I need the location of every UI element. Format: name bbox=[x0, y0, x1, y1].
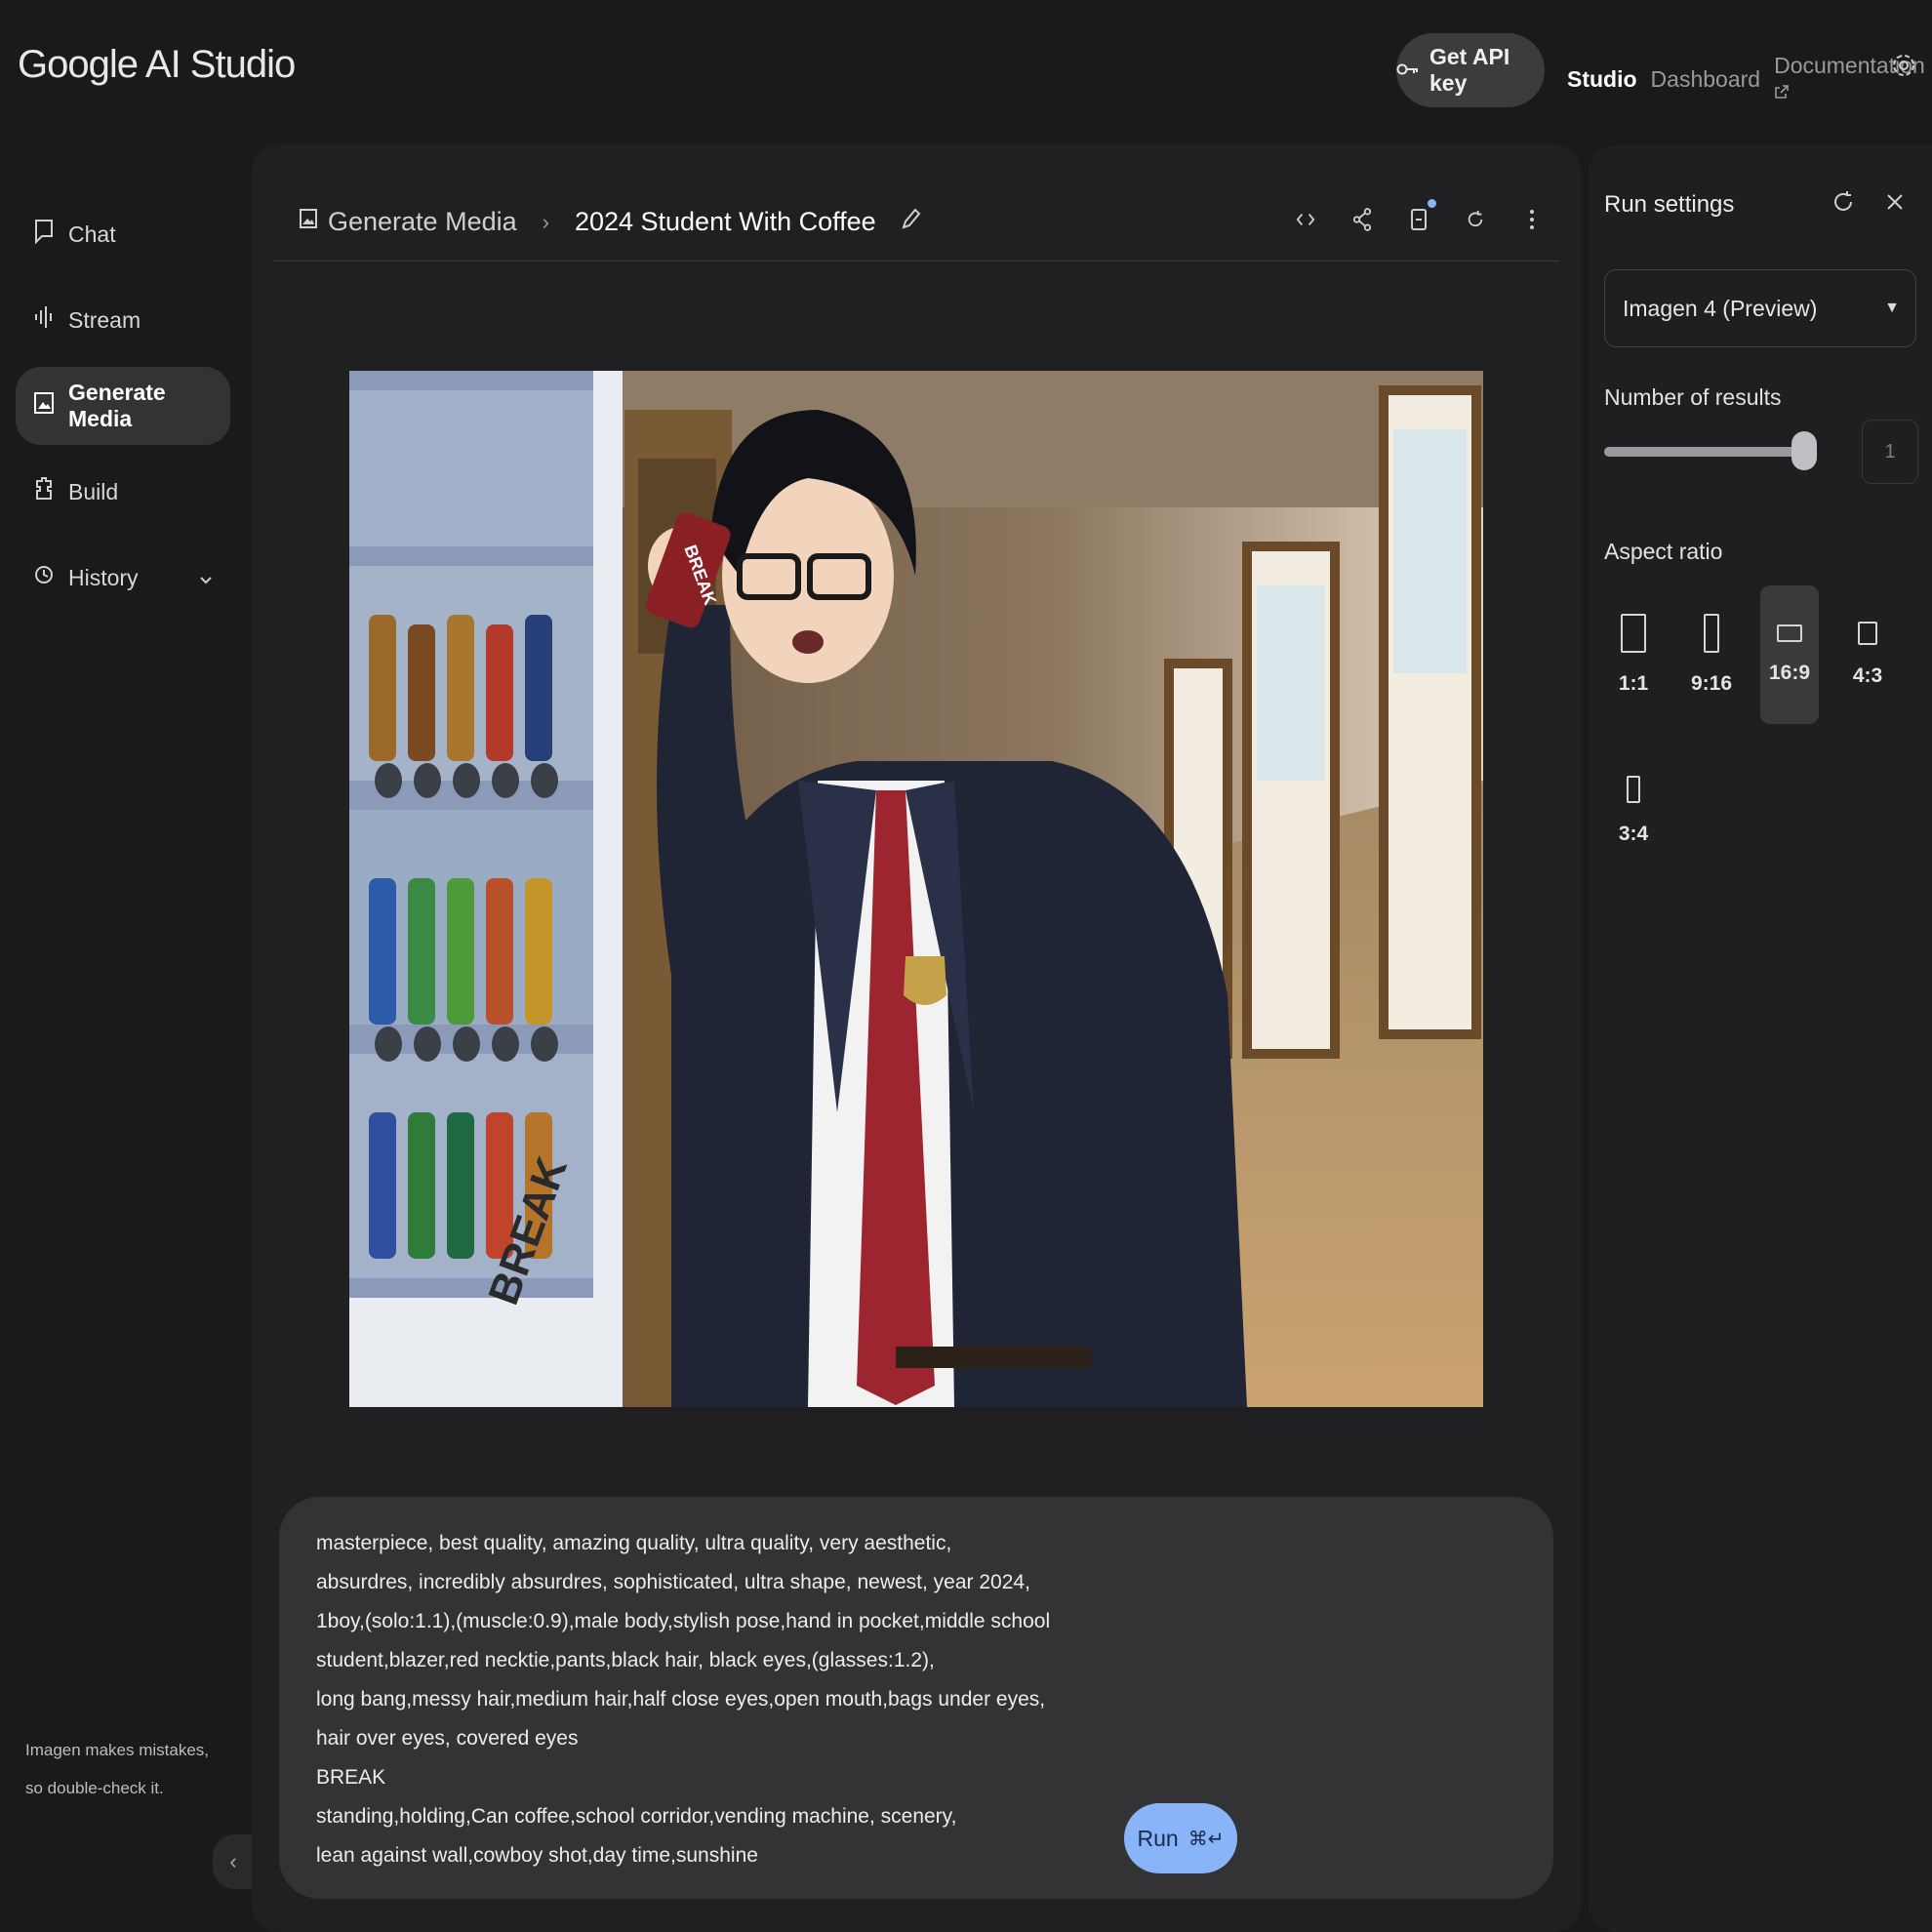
run-settings-panel: Run settings Imagen 4 (Preview) ▼ Number… bbox=[1589, 144, 1932, 1932]
image-icon bbox=[33, 389, 55, 423]
key-icon bbox=[1396, 58, 1420, 84]
aspect-ratio-3-4[interactable]: 3:4 bbox=[1604, 742, 1663, 880]
sidebar-item-chat[interactable]: Chat bbox=[16, 195, 230, 273]
compare-icon[interactable] bbox=[1409, 199, 1436, 234]
ratio-landscape-icon bbox=[1777, 624, 1802, 642]
run-settings-title: Run settings bbox=[1604, 191, 1735, 218]
sidebar-item-generate-media[interactable]: Generate Media bbox=[16, 367, 230, 445]
breadcrumb: Generate Media › 2024 Student With Coffe… bbox=[273, 183, 1559, 262]
model-select[interactable]: Imagen 4 (Preview) ▼ bbox=[1604, 269, 1916, 347]
sidebar-item-label: History bbox=[68, 564, 139, 590]
ratio-4-3-icon bbox=[1858, 622, 1877, 645]
app-logo[interactable]: Google AI Studio bbox=[18, 43, 296, 87]
ratio-label: 16:9 bbox=[1768, 662, 1811, 684]
edit-icon[interactable] bbox=[900, 206, 921, 238]
main-panel: Generate Media › 2024 Student With Coffe… bbox=[252, 144, 1581, 1932]
chat-icon bbox=[33, 218, 55, 251]
slider-fill bbox=[1604, 447, 1804, 457]
ratio-3-4-icon bbox=[1627, 776, 1640, 803]
sidebar-item-history[interactable]: History bbox=[16, 539, 230, 617]
sidebar-item-stream[interactable]: Stream bbox=[16, 281, 230, 359]
prompt-input[interactable]: masterpiece, best quality, amazing quali… bbox=[279, 1497, 1553, 1899]
aspect-ratio-16-9[interactable]: 16:9 bbox=[1760, 585, 1819, 724]
dropdown-caret-icon: ▼ bbox=[1884, 300, 1900, 316]
nav-studio[interactable]: Studio bbox=[1567, 66, 1637, 93]
run-shortcut: ⌘↵ bbox=[1187, 1828, 1225, 1850]
image-icon bbox=[299, 206, 318, 238]
results-number-input[interactable]: 1 bbox=[1862, 420, 1918, 484]
ratio-label: 4:3 bbox=[1852, 664, 1883, 687]
ratio-label: 9:16 bbox=[1690, 672, 1733, 695]
external-link-icon bbox=[1774, 79, 1790, 104]
build-icon bbox=[33, 475, 55, 508]
nav-dashboard[interactable]: Dashboard bbox=[1651, 66, 1761, 93]
code-icon[interactable] bbox=[1296, 205, 1315, 234]
notification-dot bbox=[1428, 199, 1436, 208]
breadcrumb-parent[interactable]: Generate Media bbox=[328, 207, 517, 237]
ratio-label: 1:1 bbox=[1618, 672, 1649, 695]
run-button-label: Run bbox=[1137, 1825, 1179, 1851]
get-api-key-button[interactable]: Get API key bbox=[1396, 33, 1545, 107]
chevron-left-icon: ‹ bbox=[229, 1849, 237, 1873]
number-of-results-label: Number of results bbox=[1604, 384, 1782, 410]
ratio-portrait-icon bbox=[1704, 614, 1719, 653]
chevron-down-icon[interactable] bbox=[199, 565, 213, 591]
top-nav: Studio Dashboard Documentation bbox=[1567, 53, 1932, 105]
sidebar-item-label: Chat bbox=[68, 221, 116, 247]
sidebar-item-label: Generate Media bbox=[68, 380, 166, 431]
sidebar-item-build[interactable]: Build bbox=[16, 453, 230, 531]
sidebar-item-label: Build bbox=[68, 478, 119, 504]
disclaimer: Imagen makes mistakes, so double-check i… bbox=[25, 1741, 210, 1797]
generated-image[interactable]: BREAK BREAK bbox=[349, 371, 1483, 1407]
share-icon[interactable] bbox=[1352, 205, 1372, 234]
stream-icon bbox=[33, 303, 55, 337]
sidebar-item-label: Stream bbox=[68, 306, 141, 333]
aspect-ratio-4-3[interactable]: 4:3 bbox=[1838, 585, 1897, 724]
more-vert-icon[interactable] bbox=[1522, 205, 1542, 234]
chevron-right-icon: › bbox=[542, 209, 549, 234]
aspect-ratio-1-1[interactable]: 1:1 bbox=[1604, 585, 1663, 724]
ratio-label: 3:4 bbox=[1618, 823, 1649, 845]
aspect-ratio-9-16[interactable]: 9:16 bbox=[1682, 585, 1741, 724]
ratio-square-icon bbox=[1621, 614, 1646, 653]
collapse-sidebar-button[interactable]: ‹ bbox=[213, 1834, 254, 1889]
results-slider[interactable] bbox=[1604, 431, 1817, 470]
close-icon[interactable] bbox=[1885, 189, 1905, 220]
prompt-text[interactable]: masterpiece, best quality, amazing quali… bbox=[316, 1524, 1194, 1875]
reset-settings-icon[interactable] bbox=[1832, 189, 1856, 220]
aspect-ratio-label: Aspect ratio bbox=[1604, 539, 1723, 564]
run-button[interactable]: Run ⌘↵ bbox=[1124, 1803, 1237, 1873]
slider-thumb[interactable] bbox=[1791, 431, 1817, 470]
page-title: 2024 Student With Coffee bbox=[574, 207, 876, 236]
sidebar: Chat Stream Generate Media Build History bbox=[16, 195, 230, 624]
history-icon bbox=[33, 561, 55, 594]
settings-gear-icon[interactable] bbox=[1891, 51, 1916, 85]
get-api-key-label: Get API key bbox=[1429, 44, 1510, 96]
refresh-icon[interactable] bbox=[1466, 205, 1485, 234]
model-select-value: Imagen 4 (Preview) bbox=[1623, 295, 1818, 321]
